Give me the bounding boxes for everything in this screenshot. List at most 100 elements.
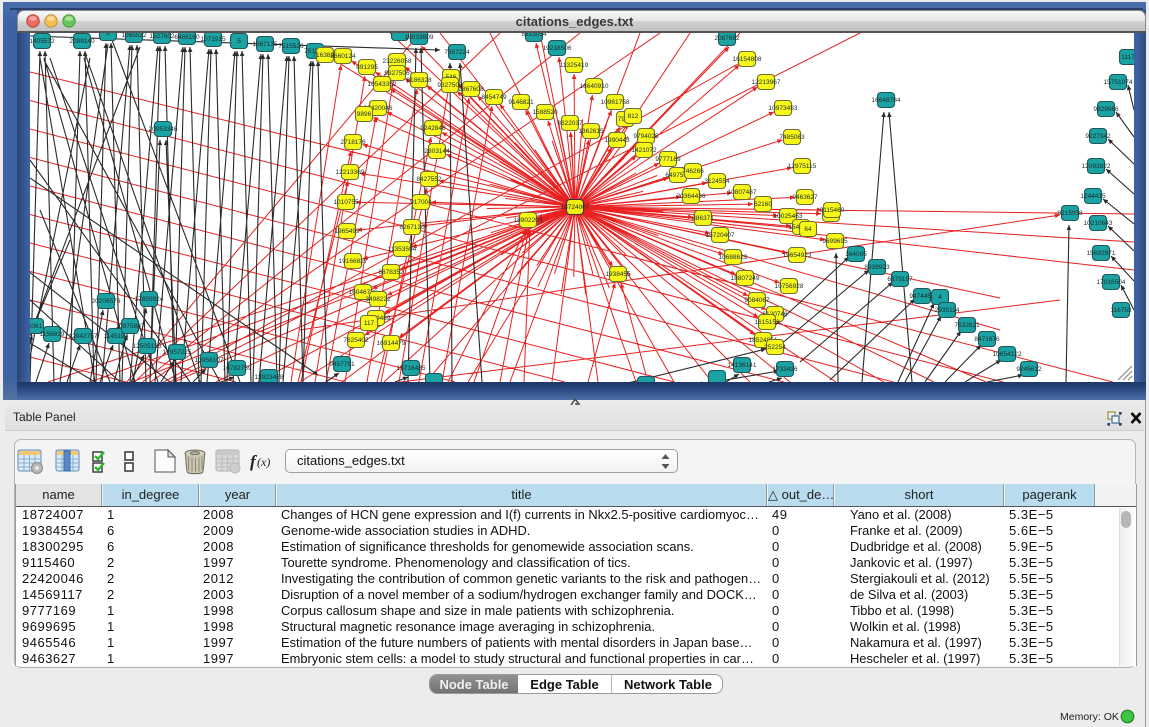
- svg-text:3498222: 3498222: [365, 296, 391, 303]
- svg-text:10756928: 10756928: [775, 283, 804, 290]
- svg-text:20364436: 20364436: [677, 193, 706, 200]
- svg-text:9084067: 9084067: [744, 297, 770, 304]
- svg-text:16782759: 16782759: [223, 365, 252, 372]
- svg-text:9463627: 9463627: [792, 194, 818, 201]
- svg-text:2867608: 2867608: [458, 86, 484, 93]
- svg-text:8186328: 8186328: [406, 77, 432, 84]
- svg-text:7625402: 7625402: [343, 337, 369, 344]
- svg-text:12975115: 12975115: [788, 163, 817, 170]
- svg-text:9457791: 9457791: [329, 361, 355, 368]
- svg-text:6879197: 6879197: [887, 276, 913, 283]
- svg-text:10543352: 10543352: [368, 81, 397, 88]
- svg-text:2935114: 2935114: [935, 307, 960, 314]
- svg-text:4: 4: [938, 294, 942, 301]
- svg-text:9794028: 9794028: [633, 133, 659, 140]
- svg-text:2803144: 2803144: [424, 148, 450, 155]
- svg-text:117: 117: [364, 320, 375, 327]
- svg-text:9777169: 9777169: [655, 156, 681, 163]
- svg-text:11325419: 11325419: [560, 62, 589, 69]
- svg-text:2089140: 2089140: [69, 38, 95, 45]
- svg-text:5: 5: [237, 38, 241, 45]
- svg-text:7632621: 7632621: [954, 322, 980, 329]
- svg-text:1615152: 1615152: [754, 319, 780, 326]
- svg-text:18807249: 18807249: [731, 275, 760, 282]
- svg-text:2718176: 2718176: [340, 139, 366, 146]
- svg-text:116753: 116753: [1110, 307, 1132, 314]
- svg-text:8454749: 8454749: [481, 94, 507, 101]
- svg-text:252254: 252254: [764, 344, 786, 351]
- svg-text:15716485: 15716485: [397, 365, 426, 372]
- svg-text:1733426: 1733426: [772, 366, 798, 373]
- svg-text:6: 6: [106, 33, 110, 37]
- svg-text:1010755: 1010755: [333, 199, 359, 206]
- svg-text:1938455: 1938455: [605, 271, 631, 278]
- svg-text:20053346: 20053346: [149, 126, 178, 133]
- svg-text:1244415: 1244415: [1080, 193, 1106, 200]
- svg-text:7515526: 7515526: [278, 43, 304, 50]
- svg-text:18902203: 18902203: [514, 217, 543, 224]
- svg-text:62160: 62160: [754, 201, 772, 208]
- svg-text:10961758: 10961758: [601, 99, 630, 106]
- svg-text:14136141: 14136141: [728, 362, 757, 369]
- svg-text:8660124: 8660124: [330, 53, 356, 60]
- svg-text:917004: 917004: [410, 199, 432, 206]
- svg-text:17016504: 17016504: [1097, 279, 1126, 286]
- svg-text:18724007: 18724007: [561, 204, 590, 211]
- svg-text:10807487: 10807487: [728, 189, 757, 196]
- svg-text:8471676: 8471676: [974, 336, 1000, 343]
- svg-text:1965499: 1965499: [334, 228, 360, 235]
- svg-text:9115460: 9115460: [820, 207, 845, 214]
- svg-text:18640910: 18640910: [580, 83, 609, 90]
- svg-text:16914479: 16914479: [377, 340, 406, 347]
- svg-text:1588520: 1588520: [532, 109, 558, 116]
- svg-text:1071915: 1071915: [200, 36, 226, 43]
- svg-text:16154808: 16154808: [733, 56, 762, 63]
- svg-text:7485063: 7485063: [779, 134, 805, 141]
- svg-text:1117: 1117: [1121, 54, 1134, 61]
- svg-text:(x): (x): [257, 455, 270, 469]
- svg-text:1527602: 1527602: [149, 33, 175, 40]
- svg-text:9146821: 9146821: [508, 99, 534, 106]
- svg-text:812: 812: [628, 113, 639, 120]
- svg-text:8813054: 8813054: [521, 33, 547, 38]
- svg-text:9329966: 9329966: [1093, 106, 1119, 113]
- svg-text:6466160: 6466160: [174, 34, 200, 41]
- svg-text:1421072: 1421072: [631, 147, 657, 154]
- svg-text:1156819: 1156819: [40, 331, 65, 338]
- svg-text:2087682: 2087682: [714, 35, 740, 42]
- svg-text:64: 64: [804, 226, 812, 233]
- svg-text:1145194: 1145194: [104, 333, 129, 340]
- svg-text:7357224: 7357224: [444, 49, 470, 56]
- svg-text:20206576: 20206576: [92, 298, 121, 305]
- svg-text:10973493: 10973493: [769, 105, 798, 112]
- svg-text:10210643: 10210643: [1084, 220, 1113, 227]
- svg-text:15751074: 15751074: [1104, 79, 1133, 86]
- svg-text:164095: 164095: [845, 251, 867, 258]
- svg-text:17957225: 17957225: [163, 349, 192, 356]
- svg-text:17859924: 17859924: [135, 296, 164, 303]
- svg-text:8427552: 8427552: [416, 176, 442, 183]
- svg-text:1362615: 1362615: [578, 128, 604, 135]
- svg-text:16648784: 16648784: [872, 97, 901, 104]
- svg-text:12923468: 12923468: [255, 374, 284, 381]
- svg-text:8267130: 8267130: [399, 224, 425, 231]
- svg-text:15692971: 15692971: [1087, 250, 1116, 257]
- svg-text:9896: 9896: [357, 111, 372, 118]
- svg-text:9242848: 9242848: [420, 125, 446, 132]
- svg-text:11353594: 11353594: [388, 246, 417, 253]
- svg-text:1405572: 1405572: [30, 38, 55, 45]
- svg-text:5061: 5061: [30, 323, 43, 330]
- svg-text:15720407: 15720407: [706, 232, 735, 239]
- svg-text:891295: 891295: [356, 64, 378, 71]
- svg-text:23226058: 23226058: [383, 58, 412, 65]
- svg-text:19166827: 19166827: [339, 258, 368, 265]
- svg-text:8322037: 8322037: [557, 120, 583, 127]
- svg-text:886371: 886371: [692, 215, 714, 222]
- svg-text:10958107: 10958107: [195, 357, 224, 364]
- svg-text:8215958: 8215958: [1057, 210, 1083, 217]
- svg-text:1990443: 1990443: [604, 137, 630, 144]
- svg-text:16033809: 16033809: [405, 34, 434, 41]
- svg-text:3124554: 3124554: [704, 178, 730, 185]
- svg-text:12093822: 12093822: [1082, 163, 1111, 170]
- svg-text:1065532: 1065532: [121, 33, 147, 39]
